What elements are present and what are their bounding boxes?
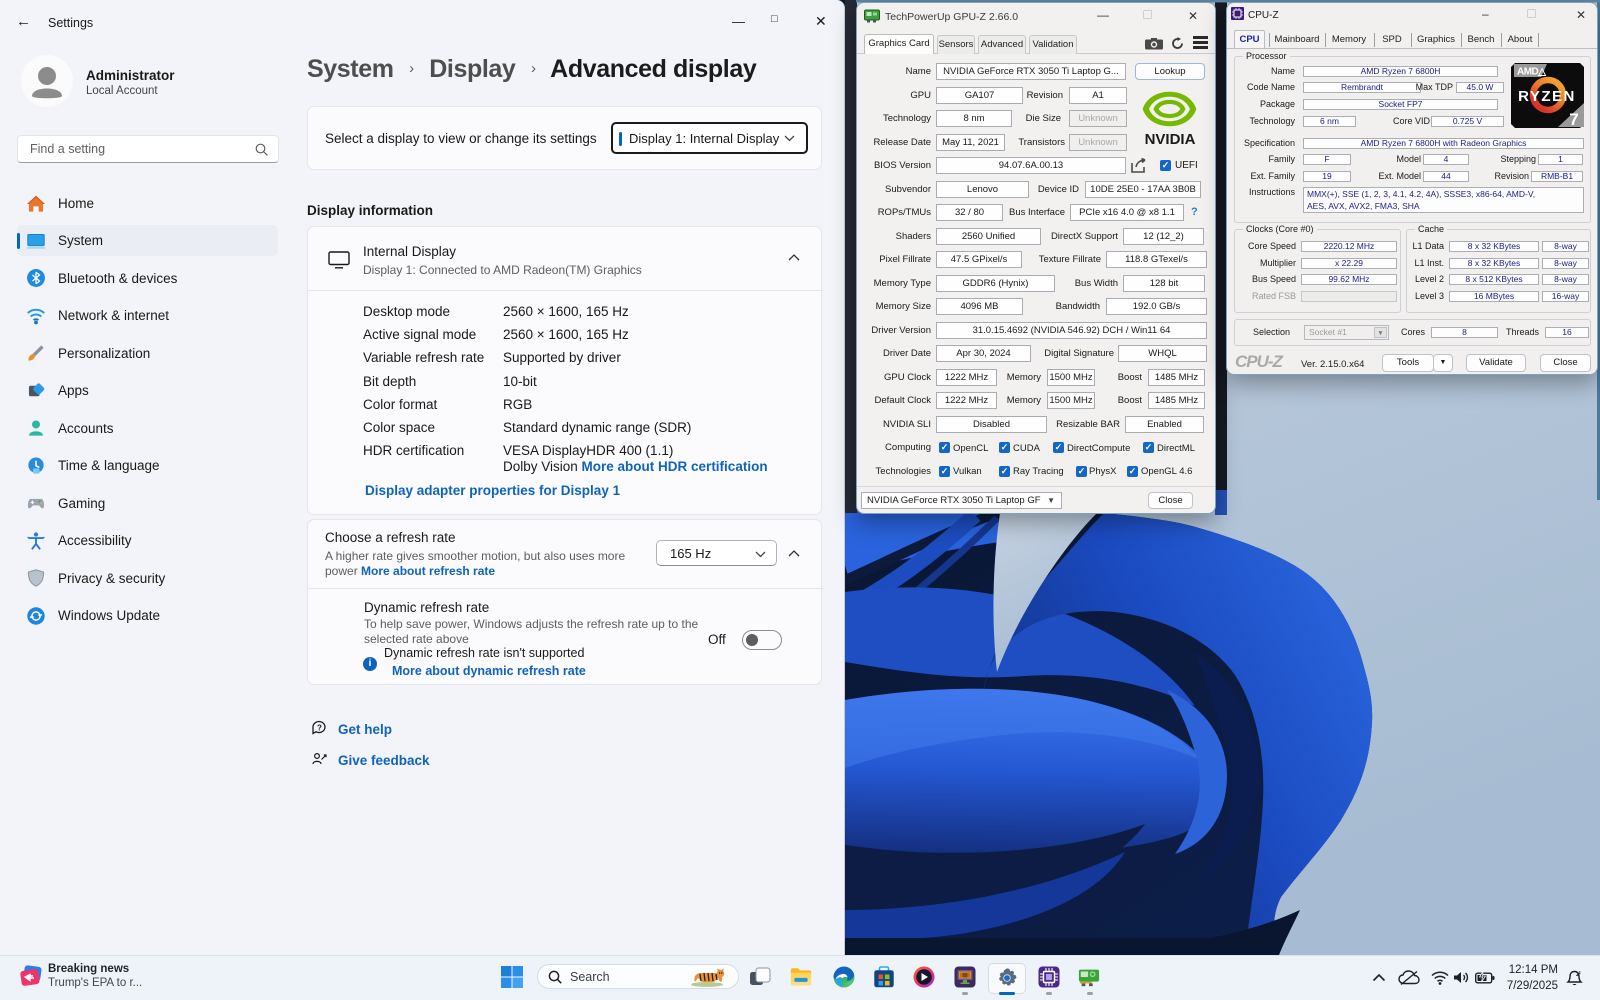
svg-text:z: z <box>1579 970 1582 975</box>
svg-text:RYZEN: RYZEN <box>1518 88 1576 105</box>
svg-text:AMD△: AMD△ <box>1517 67 1546 78</box>
svg-text:7: 7 <box>1569 110 1578 128</box>
svg-text:?: ? <box>317 724 322 733</box>
